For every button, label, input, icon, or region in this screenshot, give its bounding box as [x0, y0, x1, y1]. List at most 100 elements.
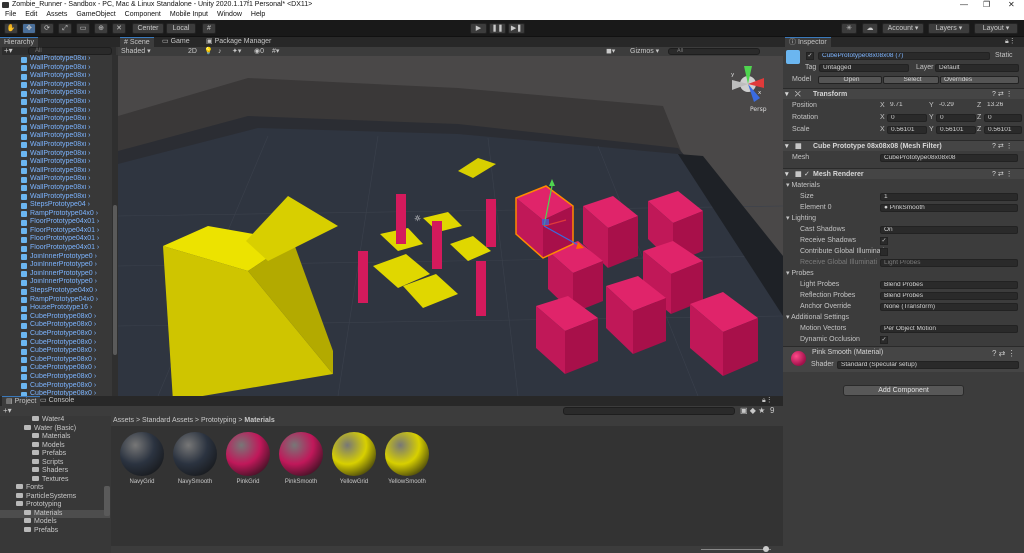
chevron-right-icon[interactable]: › — [86, 89, 90, 96]
size-field[interactable]: 1 — [880, 193, 1018, 201]
hierarchy-item[interactable]: WallPrototype08xi › — [0, 150, 112, 159]
component-menu-icon[interactable]: ? ⇄ ⋮ — [992, 141, 1013, 152]
hierarchy-item[interactable]: CubePrototype08x0 › — [0, 313, 112, 322]
foldout-icon[interactable]: ▾ — [785, 169, 789, 180]
chevron-right-icon[interactable]: › — [92, 321, 96, 328]
rotation-z[interactable]: 0 — [984, 114, 1022, 122]
chevron-right-icon[interactable]: › — [86, 132, 90, 139]
effects-icon[interactable]: ✦▾ — [232, 47, 241, 56]
hierarchy-item[interactable]: StepsPrototype04x0 › — [0, 287, 112, 296]
hierarchy-search-input[interactable]: All — [28, 47, 112, 55]
material-asset[interactable]: PinkGrid — [225, 432, 271, 485]
folder-item[interactable]: Fonts — [0, 484, 110, 493]
tab-inspector[interactable]: ⓘ Inspector — [785, 37, 831, 47]
hierarchy-item[interactable]: JoinInnerPrototype0 › — [0, 261, 112, 270]
hierarchy-item[interactable]: FloorPrototype04x01 › — [0, 235, 112, 244]
minimize-icon[interactable]: — — [960, 0, 968, 10]
hierarchy-item[interactable]: FloorPrototype04x01 › — [0, 218, 112, 227]
create-icon[interactable]: +▾ — [3, 406, 12, 415]
menu-window[interactable]: Window — [217, 10, 242, 20]
rotation-x[interactable]: 0 — [887, 114, 927, 122]
folder-item[interactable]: Prototyping — [0, 501, 110, 510]
lighting-row[interactable]: ▾ Lighting — [783, 214, 1024, 224]
chevron-right-icon[interactable]: › — [86, 64, 90, 71]
overrides-dropdown[interactable]: Overrides — [940, 76, 1019, 84]
hierarchy-item[interactable]: RampPrototype04x0 › — [0, 210, 112, 219]
position-x[interactable]: 9.71 — [887, 102, 927, 110]
collab-icon[interactable]: ✳ — [841, 23, 857, 34]
chevron-right-icon[interactable]: › — [92, 330, 96, 337]
hierarchy-item[interactable]: WallPrototype08xi › — [0, 72, 112, 81]
hierarchy-item[interactable]: RampPrototype04x0 › — [0, 296, 112, 305]
component-menu-icon[interactable]: ? ⇄ ⋮ — [992, 169, 1013, 180]
chevron-right-icon[interactable]: › — [93, 270, 97, 277]
chevron-right-icon[interactable]: › — [95, 218, 99, 225]
transform-tool-icon[interactable]: ⊕ — [94, 23, 108, 34]
maximize-icon[interactable]: ❐ — [983, 0, 990, 10]
breadcrumb-assets[interactable]: Assets — [113, 417, 134, 424]
scene-viewport[interactable]: ☼ y x Persp — [118, 56, 783, 396]
active-checkbox[interactable]: ✓ — [806, 52, 814, 60]
play-button[interactable]: ▶ — [470, 23, 487, 34]
folder-item[interactable]: ParticleSystems — [0, 492, 110, 502]
hierarchy-item[interactable]: JoinInnerPrototype0 › — [0, 270, 112, 279]
hierarchy-item[interactable]: CubePrototype08x0 › — [0, 356, 112, 365]
hidden-packages-badge[interactable]: 9 — [770, 406, 774, 415]
hierarchy-item[interactable]: WallPrototype08xi › — [0, 115, 112, 124]
folder-item[interactable]: Shaders — [0, 467, 110, 476]
folder-item[interactable]: Models — [0, 518, 110, 527]
hierarchy-item[interactable]: WallPrototype08xi › — [0, 141, 112, 150]
chevron-right-icon[interactable]: › — [93, 287, 97, 294]
breadcrumb-standard-assets[interactable]: Standard Assets — [142, 417, 193, 424]
material-asset[interactable]: YellowSmooth — [384, 432, 430, 485]
add-component-button[interactable]: Add Component — [843, 385, 964, 396]
hierarchy-item[interactable]: WallPrototype08xi › — [0, 175, 112, 184]
scale-x[interactable]: 0.56101 — [887, 126, 927, 134]
chevron-right-icon[interactable]: › — [86, 55, 90, 62]
layout-dropdown[interactable]: Layout ▾ — [974, 23, 1018, 34]
hierarchy-item[interactable]: CubePrototype08x0 › — [0, 347, 112, 356]
hierarchy-item[interactable]: CubePrototype08x0 › — [0, 373, 112, 382]
hierarchy-scroll-thumb[interactable] — [113, 205, 117, 355]
hierarchy-item[interactable]: WallPrototype08xi › — [0, 89, 112, 98]
menu-assets[interactable]: Assets — [46, 10, 67, 20]
2d-toggle[interactable]: 2D — [188, 47, 197, 56]
chevron-right-icon[interactable]: › — [86, 98, 90, 105]
chevron-right-icon[interactable]: › — [86, 141, 90, 148]
folder-item[interactable]: Materials — [0, 433, 110, 442]
close-icon[interactable]: ✕ — [1008, 0, 1015, 10]
mesh-renderer-checkbox[interactable]: ✓ — [804, 169, 810, 180]
chevron-right-icon[interactable]: › — [92, 347, 96, 354]
hierarchy-item[interactable]: FloorPrototype04x01 › — [0, 244, 112, 253]
rotation-y[interactable]: 0 — [936, 114, 976, 122]
project-search-input[interactable] — [563, 407, 735, 415]
folder-item[interactable]: Prefabs — [0, 526, 110, 536]
add-icon[interactable]: +▾ — [4, 46, 13, 55]
hierarchy-item[interactable]: JoinInnerPrototype0 › — [0, 253, 112, 262]
reflection-probes-dropdown[interactable]: Blend Probes — [880, 292, 1018, 300]
folder-item[interactable]: Water4 — [0, 416, 110, 425]
chevron-right-icon[interactable]: › — [95, 235, 99, 242]
grid-snap-icon[interactable]: # — [202, 23, 216, 34]
chevron-right-icon[interactable]: › — [93, 278, 97, 285]
hierarchy-item[interactable]: WallPrototype08xi › — [0, 132, 112, 141]
custom-tool-icon[interactable]: ✕ — [112, 23, 126, 34]
menu-help[interactable]: Help — [251, 10, 265, 20]
rect-tool-icon[interactable]: ▭ — [76, 23, 90, 34]
scene-search-input[interactable]: All — [668, 48, 760, 55]
hierarchy-item[interactable]: StepsPrototype04 › — [0, 201, 112, 210]
chevron-right-icon[interactable]: › — [86, 175, 90, 182]
chevron-right-icon[interactable]: › — [94, 210, 98, 217]
lock-icon[interactable]: 🔒︎⋮ — [1005, 37, 1016, 47]
move-tool-icon[interactable]: ✥ — [22, 23, 36, 34]
foldout-icon[interactable]: ▾ — [785, 89, 789, 100]
material-asset[interactable]: NavyGrid — [119, 432, 165, 485]
chevron-right-icon[interactable]: › — [86, 167, 90, 174]
rotate-tool-icon[interactable]: ⟳ — [40, 23, 54, 34]
menu-file[interactable]: File — [5, 10, 16, 20]
static-label[interactable]: Static — [995, 51, 1013, 61]
lighting-icon[interactable]: 💡 — [204, 47, 213, 56]
chevron-right-icon[interactable]: › — [95, 244, 99, 251]
scale-tool-icon[interactable]: ⤢ — [58, 23, 72, 34]
hierarchy-item[interactable]: FloorPrototype04x01 › — [0, 227, 112, 236]
